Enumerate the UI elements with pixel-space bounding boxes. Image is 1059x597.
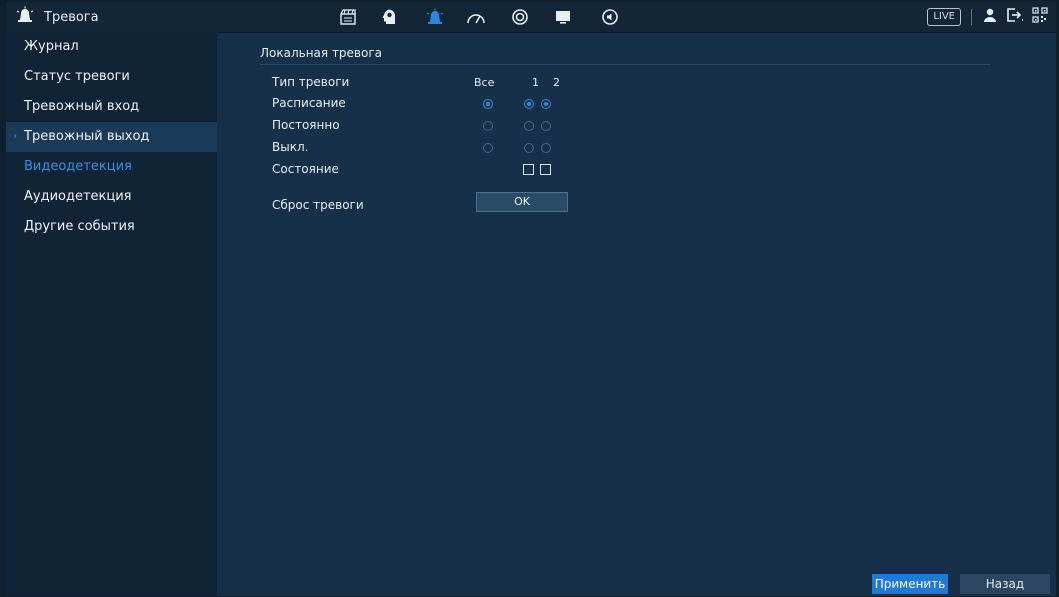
sidebar-item-log[interactable]: Журнал (6, 32, 217, 62)
schedule-label: Расписание (272, 96, 346, 110)
apply-button[interactable]: Применить (872, 574, 948, 594)
sidebar-item-alarm-status[interactable]: Статус тревоги (6, 62, 217, 92)
sidebar-item-alarm-input[interactable]: Тревожный вход (6, 92, 217, 122)
alarm-type-label: Тип тревоги (272, 75, 350, 89)
storage-disk-icon[interactable] (510, 7, 530, 27)
sidebar: Журнал Статус тревоги Тревожный вход › Т… (6, 32, 217, 596)
speedometer-icon[interactable] (466, 7, 486, 27)
schedule-all-radio[interactable] (483, 99, 493, 109)
audio-icon[interactable] (600, 7, 620, 27)
live-button[interactable]: LIVE (927, 8, 961, 26)
alarm-reset-label: Сброс тревоги (272, 198, 364, 212)
constant-label: Постоянно (272, 118, 340, 132)
constant-ch2-radio[interactable] (541, 121, 551, 131)
sidebar-item-alarm-output[interactable]: › Тревожный выход (6, 122, 217, 152)
toolbar-divider (971, 9, 972, 25)
sidebar-item-label: Статус тревоги (24, 69, 130, 84)
off-label: Выкл. (272, 140, 309, 154)
schedule-ch2-radio[interactable] (541, 99, 551, 109)
schedule-ch1-radio[interactable] (524, 99, 534, 109)
sidebar-item-video-detection[interactable]: Видеодетекция (6, 152, 217, 182)
status-ch1-checkbox[interactable] (523, 164, 534, 175)
sidebar-item-label: Аудиодетекция (24, 189, 132, 204)
alarm-output-panel: Локальная тревога Тип тревоги Все 1 2 Ра… (217, 32, 1056, 596)
sidebar-item-other-events[interactable]: Другие события (6, 212, 217, 242)
status-ch2-checkbox[interactable] (540, 164, 551, 175)
sidebar-item-audio-detection[interactable]: Аудиодетекция (6, 182, 217, 212)
column-all: Все (474, 76, 495, 89)
page-title: Тревога (44, 9, 99, 25)
window-title: Тревога (16, 2, 99, 32)
qr-code-icon[interactable] (1032, 7, 1048, 27)
constant-all-radio[interactable] (483, 121, 493, 131)
alarm-siren-icon[interactable] (425, 7, 445, 27)
status-label: Состояние (272, 162, 339, 176)
logout-icon[interactable] (1006, 7, 1024, 27)
chevron-right-icon: › (13, 131, 17, 142)
camera-icon[interactable] (338, 7, 358, 27)
off-all-radio[interactable] (483, 143, 493, 153)
sidebar-item-label: Другие события (24, 219, 135, 234)
top-bar: Тревога LIVE (6, 2, 1056, 33)
sidebar-item-label: Тревожный вход (24, 99, 140, 114)
user-icon[interactable] (982, 7, 998, 27)
off-ch1-radio[interactable] (524, 143, 534, 153)
alarm-siren-icon (16, 6, 34, 28)
top-right-tools: LIVE (927, 2, 1048, 32)
sidebar-item-label: Журнал (24, 39, 79, 54)
smart-analytics-icon[interactable] (379, 7, 399, 27)
display-monitor-icon[interactable] (553, 7, 573, 27)
alarm-settings-window: Тревога LIVE Журнал Статус тревоги Трево… (6, 2, 1056, 596)
column-channel-2: 2 (553, 76, 560, 89)
sidebar-item-label: Тревожный выход (24, 129, 150, 144)
column-channel-1: 1 (532, 76, 539, 89)
constant-ch1-radio[interactable] (524, 121, 534, 131)
sidebar-item-label: Видеодетекция (24, 159, 132, 174)
section-divider (260, 64, 990, 65)
section-title: Локальная тревога (260, 46, 383, 60)
off-ch2-radio[interactable] (541, 143, 551, 153)
main-nav (338, 2, 641, 32)
alarm-reset-ok-button[interactable]: OK (476, 192, 568, 212)
back-button[interactable]: Назад (960, 574, 1050, 594)
